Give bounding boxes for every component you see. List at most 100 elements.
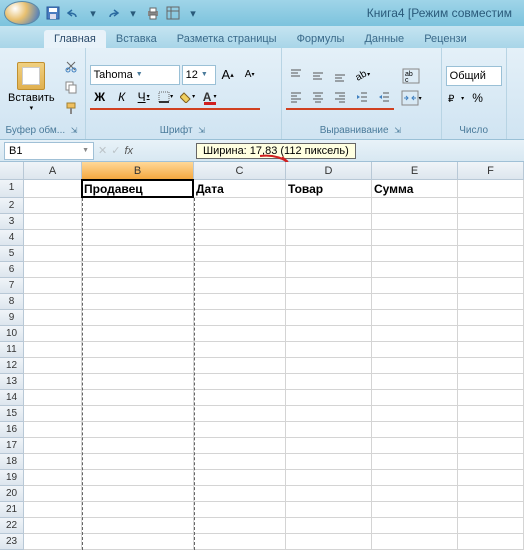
row-header[interactable]: 23: [0, 534, 24, 550]
cell[interactable]: [458, 326, 524, 342]
cell[interactable]: [24, 454, 82, 470]
cell[interactable]: [24, 502, 82, 518]
cell[interactable]: [286, 342, 372, 358]
select-all-corner[interactable]: [0, 162, 24, 180]
cell[interactable]: Товар: [286, 180, 372, 198]
merge-cells-button[interactable]: ▾: [400, 88, 423, 108]
dialog-launcher-icon[interactable]: ⇲: [197, 126, 207, 136]
name-box[interactable]: B1▼: [4, 142, 94, 160]
cell[interactable]: [24, 262, 82, 278]
align-top-icon[interactable]: [286, 65, 306, 85]
cell[interactable]: [194, 358, 286, 374]
redo-icon[interactable]: [104, 4, 122, 22]
cell[interactable]: [458, 230, 524, 246]
row-header[interactable]: 7: [0, 278, 24, 294]
cell[interactable]: [24, 390, 82, 406]
print-icon[interactable]: [144, 4, 162, 22]
row-header[interactable]: 16: [0, 422, 24, 438]
cell[interactable]: [24, 246, 82, 262]
cell[interactable]: [194, 326, 286, 342]
tab-данные[interactable]: Данные: [354, 30, 414, 48]
cell[interactable]: [458, 454, 524, 470]
format-painter-icon[interactable]: [61, 98, 81, 118]
cell[interactable]: [372, 294, 458, 310]
cell[interactable]: [286, 534, 372, 550]
cell[interactable]: [286, 438, 372, 454]
cell[interactable]: [372, 358, 458, 374]
paste-button[interactable]: Вставить ▾: [4, 60, 59, 114]
cell[interactable]: [458, 502, 524, 518]
cell[interactable]: [458, 198, 524, 214]
cell[interactable]: [458, 262, 524, 278]
cell[interactable]: [458, 406, 524, 422]
row-header[interactable]: 9: [0, 310, 24, 326]
percent-icon[interactable]: %: [468, 88, 488, 108]
cell[interactable]: [372, 246, 458, 262]
cell[interactable]: [24, 534, 82, 550]
tab-рецензи[interactable]: Рецензи: [414, 30, 477, 48]
tab-формулы[interactable]: Формулы: [287, 30, 355, 48]
tab-вставка[interactable]: Вставка: [106, 30, 167, 48]
column-header[interactable]: E: [372, 162, 458, 180]
cell[interactable]: [194, 454, 286, 470]
cell[interactable]: [24, 326, 82, 342]
cell[interactable]: [82, 406, 194, 422]
column-header[interactable]: C: [194, 162, 286, 180]
row-header[interactable]: 5: [0, 246, 24, 262]
worksheet-grid[interactable]: ABCDEF 1ПродавецДатаТоварСумма2345678910…: [0, 162, 524, 550]
increase-indent-icon[interactable]: [374, 87, 394, 107]
cell[interactable]: Продавец: [82, 180, 194, 198]
cell[interactable]: [24, 310, 82, 326]
cell[interactable]: [82, 246, 194, 262]
cell[interactable]: [194, 262, 286, 278]
row-header[interactable]: 6: [0, 262, 24, 278]
accounting-format-icon[interactable]: ₽▾: [446, 88, 466, 108]
cell[interactable]: [82, 518, 194, 534]
decrease-font-icon[interactable]: A▾: [240, 65, 260, 85]
cell[interactable]: [82, 230, 194, 246]
cell[interactable]: [372, 406, 458, 422]
cell[interactable]: [194, 534, 286, 550]
cell[interactable]: [194, 406, 286, 422]
cell[interactable]: [24, 180, 82, 198]
cell[interactable]: [24, 422, 82, 438]
column-header[interactable]: D: [286, 162, 372, 180]
cell[interactable]: [194, 374, 286, 390]
row-header[interactable]: 1: [0, 180, 24, 198]
cell[interactable]: [458, 214, 524, 230]
cell[interactable]: [458, 438, 524, 454]
cell[interactable]: [372, 422, 458, 438]
cell[interactable]: [82, 454, 194, 470]
cell[interactable]: [194, 502, 286, 518]
decrease-indent-icon[interactable]: [352, 87, 372, 107]
cell[interactable]: [372, 230, 458, 246]
cell[interactable]: [458, 342, 524, 358]
cell[interactable]: [194, 246, 286, 262]
cell[interactable]: [458, 422, 524, 438]
orientation-icon[interactable]: ab▾: [352, 65, 372, 85]
align-left-icon[interactable]: [286, 87, 306, 107]
cell[interactable]: [372, 518, 458, 534]
cell[interactable]: [372, 390, 458, 406]
cell[interactable]: [286, 422, 372, 438]
cell[interactable]: [82, 310, 194, 326]
fx-icon[interactable]: fx: [124, 145, 133, 157]
cell[interactable]: [458, 390, 524, 406]
cell[interactable]: [372, 486, 458, 502]
row-header[interactable]: 4: [0, 230, 24, 246]
cell[interactable]: [24, 342, 82, 358]
align-center-icon[interactable]: [308, 87, 328, 107]
row-header[interactable]: 12: [0, 358, 24, 374]
cell[interactable]: [82, 294, 194, 310]
tab-главная[interactable]: Главная: [44, 30, 106, 48]
cell[interactable]: [82, 358, 194, 374]
cell[interactable]: [24, 438, 82, 454]
cell[interactable]: [286, 310, 372, 326]
row-header[interactable]: 8: [0, 294, 24, 310]
row-header[interactable]: 2: [0, 198, 24, 214]
row-header[interactable]: 18: [0, 454, 24, 470]
row-header[interactable]: 14: [0, 390, 24, 406]
cut-icon[interactable]: [61, 56, 81, 76]
cell[interactable]: [24, 470, 82, 486]
cell[interactable]: [286, 246, 372, 262]
